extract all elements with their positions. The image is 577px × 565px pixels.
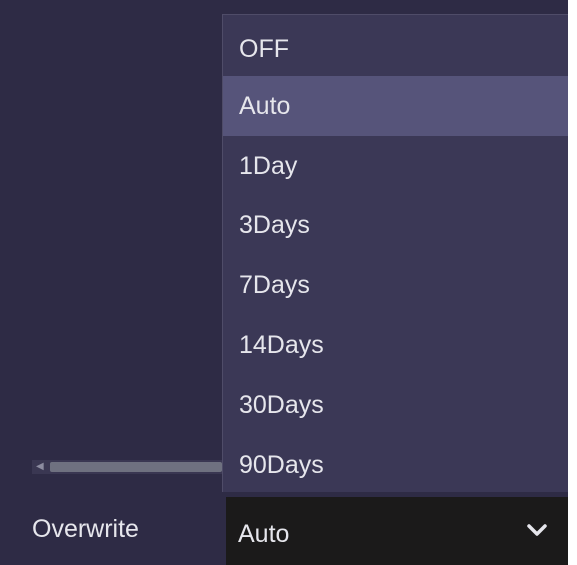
overwrite-selected-value: Auto <box>238 520 290 548</box>
option-7days[interactable]: 7Days <box>223 255 568 315</box>
page-edge <box>568 0 577 565</box>
chevron-down-icon <box>527 524 547 536</box>
overwrite-dropdown-list: OFF Auto 1Day 3Days 7Days 14Days 30Days … <box>222 14 568 492</box>
scrollbar-thumb[interactable] <box>50 462 222 472</box>
option-1day[interactable]: 1Day <box>223 136 568 196</box>
option-auto[interactable]: Auto <box>223 76 568 136</box>
settings-panel: ◀ OFF Auto 1Day 3Days 7Days 14Days 30Day… <box>0 0 568 565</box>
option-90days[interactable]: 90Days <box>223 435 568 495</box>
option-30days[interactable]: 30Days <box>223 375 568 435</box>
overwrite-select[interactable]: Auto <box>226 497 568 565</box>
option-14days[interactable]: 14Days <box>223 315 568 375</box>
scroll-left-icon[interactable]: ◀ <box>36 461 46 473</box>
option-off[interactable]: OFF <box>223 19 568 79</box>
option-3days[interactable]: 3Days <box>223 195 568 255</box>
overwrite-label: Overwrite <box>32 515 139 543</box>
